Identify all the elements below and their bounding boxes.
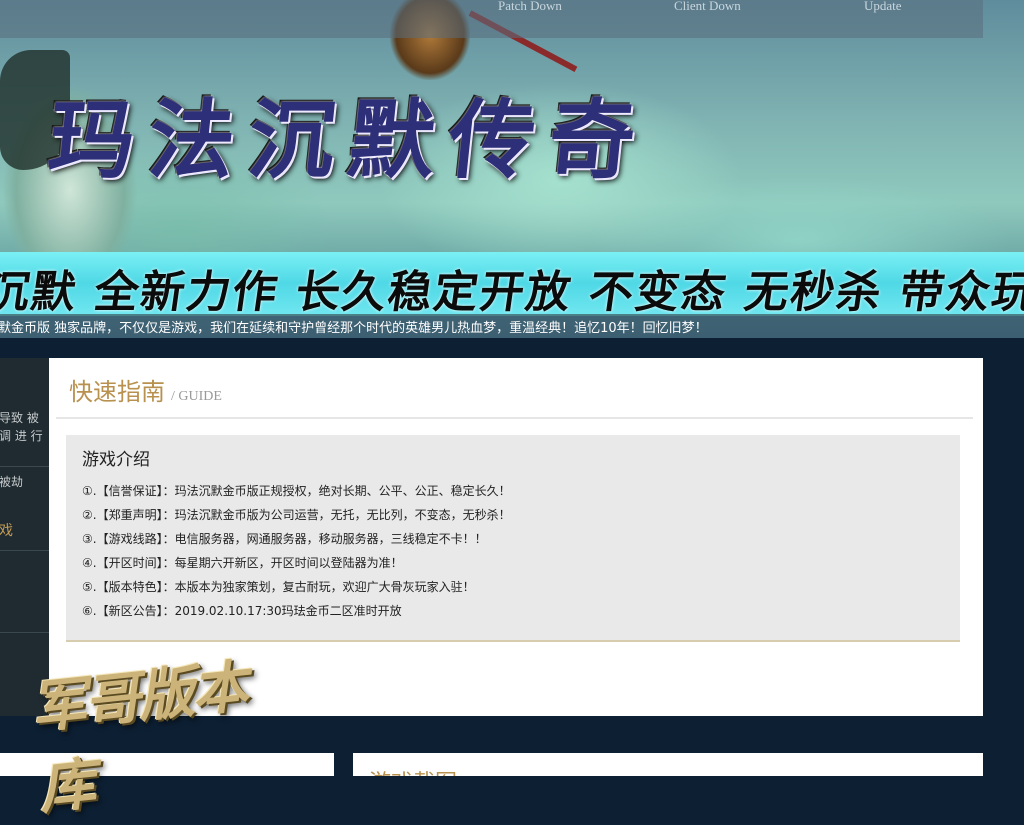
slogan-band: 沉默 全新力作 长久稳定开放 不变态 无秒杀 带众玩家天宇 [0, 252, 1024, 314]
slogan-text: 沉默 全新力作 长久稳定开放 不变态 无秒杀 带众玩家天宇 [0, 267, 1024, 314]
list-item: ③.【游戏线路】：电信服务器，网通服务器，移动服务器，三线稳定不卡！！ [82, 532, 487, 546]
guide-subtitle: / GUIDE [171, 389, 222, 404]
sidebar-text-2: 调 进 行 [0, 429, 43, 443]
list-item: ④.【开区时间】：每星期六开新区，开区时间以登陆器为准！ [82, 556, 403, 570]
guide-heading: 快速指南 / GUIDE [69, 372, 222, 407]
guide-divider [56, 417, 973, 419]
sidebar-text-3: 被劫 [0, 475, 24, 489]
intro-title: 游戏介绍 [82, 450, 150, 470]
sidebar-link[interactable]: 戏 [0, 520, 13, 540]
marquee-bar: 默金币版 独家品牌，不仅仅是游戏，我们在延续和守护曾经那个时代的英雄男儿热血梦，… [0, 316, 1024, 338]
watermark-logo: 军哥版本库 [27, 650, 294, 822]
sidebar-divider [0, 550, 49, 551]
game-intro-box: 游戏介绍 ①.【信誉保证】：玛法沉默金币版正规授权，绝对长期、公平、公正、稳定长… [66, 435, 960, 642]
top-nav: Patch Down Client Down Update [0, 0, 983, 38]
screenshots-title: 游戏截图 [369, 765, 457, 776]
nav-patch-down[interactable]: Patch Down [498, 0, 562, 14]
guide-title: 快速指南 [69, 378, 165, 406]
header-banner: Patch Down Client Down Update 玛法沉默传奇 沉默 … [0, 0, 1024, 338]
bottom-right-panel: 游戏截图 [353, 753, 983, 776]
nav-client-down[interactable]: Client Down [674, 0, 741, 14]
list-item: ②.【郑重声明】：玛法沉默金币版为公司运营，无托，无比列，不变态，无秒杀！ [82, 508, 511, 522]
game-title-logo: 玛法沉默传奇 [43, 90, 655, 191]
list-item: ⑥.【新区公告】：2019.02.10.17:30玛珐金币二区准时开放 [82, 604, 402, 618]
list-item: ⑤.【版本特色】：本版本为独家策划，复古耐玩，欢迎广大骨灰玩家入驻！ [82, 580, 475, 594]
sidebar-text-1: 导致 被 [0, 411, 39, 425]
sidebar-divider [0, 466, 49, 467]
marquee-text: 默金币版 独家品牌，不仅仅是游戏，我们在延续和守护曾经那个时代的英雄男儿热血梦，… [0, 321, 708, 336]
sidebar-divider [0, 632, 49, 633]
watermark-text: 军哥版本库 [27, 653, 250, 823]
intro-list: ①.【信誉保证】：玛法沉默金币版正规授权，绝对长期、公平、公正、稳定长久！ ②.… [82, 482, 511, 626]
list-item: ①.【信誉保证】：玛法沉默金币版正规授权，绝对长期、公平、公正、稳定长久！ [82, 484, 511, 498]
nav-update[interactable]: Update [864, 0, 902, 14]
